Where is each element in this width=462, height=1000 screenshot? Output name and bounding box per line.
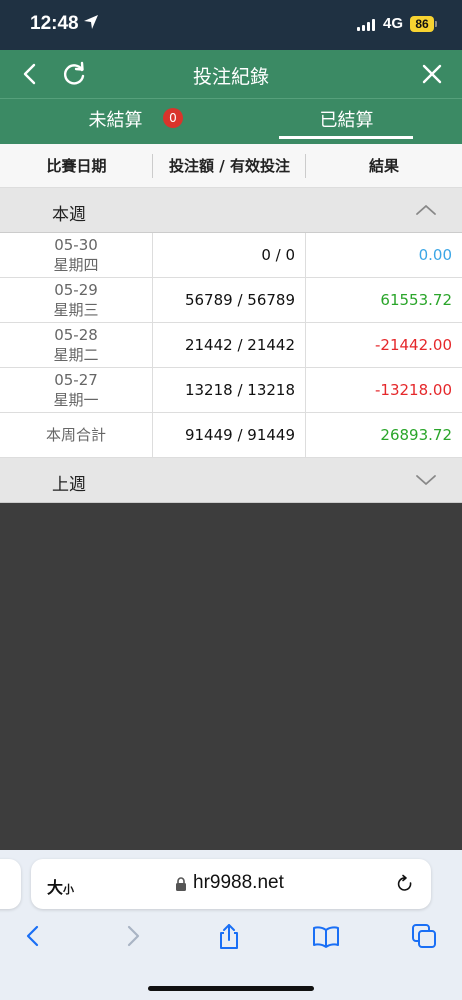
text-size-big: 大 — [47, 878, 64, 897]
section-label: 本週 — [52, 205, 86, 225]
section-this-week[interactable]: 本週 — [0, 188, 462, 233]
status-bar: 12:48 4G 86 — [0, 0, 462, 50]
row-weekday: 星期二 — [53, 346, 99, 364]
amount-cell: 0 / 0 — [153, 233, 306, 278]
amount-cell: 56789 / 56789 — [153, 278, 306, 323]
page-title: 投注紀錄 — [192, 66, 269, 88]
share-icon[interactable] — [215, 922, 243, 950]
reload-icon[interactable] — [395, 874, 415, 894]
total-row: 本周合計 91449 / 91449 26893.72 — [0, 413, 462, 458]
home-indicator — [148, 986, 314, 991]
result-cell: -21442.00 — [375, 336, 452, 354]
column-header-result: 結果 — [368, 157, 399, 175]
row-weekday: 星期三 — [53, 301, 99, 319]
column-header-amount: 投注額 / 有效投注 — [153, 144, 306, 187]
total-label: 本周合計 — [0, 413, 153, 458]
result-cell: 61553.72 — [380, 291, 452, 309]
total-result: 26893.72 — [380, 426, 452, 444]
row-weekday: 星期四 — [53, 256, 99, 274]
column-header-date: 比賽日期 — [0, 144, 153, 187]
forward-nav-icon[interactable] — [118, 922, 146, 950]
text-size-small: 小 — [63, 883, 75, 896]
table-row[interactable]: 05-29 星期三 56789 / 56789 61553.72 — [0, 278, 462, 323]
tab-settled-label: 已結算 — [319, 110, 374, 131]
battery-icon: 86 — [410, 16, 434, 32]
amount-cell: 13218 / 13218 — [153, 368, 306, 413]
address-bar[interactable]: 大小 hr9988.net — [31, 859, 431, 909]
row-date: 05-29 — [54, 281, 98, 299]
unsettled-count-badge: 0 — [163, 108, 183, 128]
back-nav-icon[interactable] — [20, 922, 48, 950]
row-date: 05-28 — [54, 326, 98, 344]
row-date: 05-30 — [54, 236, 98, 254]
records-table: 比賽日期 投注額 / 有效投注 結果 本週 05-30 星期四 0 / 0 0.… — [0, 144, 462, 503]
text-size-button[interactable]: 大小 — [47, 874, 74, 898]
status-time: 12:48 — [30, 13, 79, 34]
close-icon[interactable] — [416, 58, 448, 90]
tabs-icon[interactable] — [410, 922, 438, 950]
chevron-up-icon — [416, 205, 436, 215]
section-last-week[interactable]: 上週 — [0, 458, 462, 503]
tab-unsettled-label: 未結算 — [88, 110, 143, 131]
battery-nub — [435, 21, 437, 27]
browser-toolbar: 大小 hr9988.net — [0, 850, 462, 1000]
row-weekday: 星期一 — [53, 391, 99, 409]
tab-unsettled[interactable]: 未結算 — [0, 99, 231, 145]
active-tab-indicator — [279, 136, 413, 139]
result-cell: 0.00 — [418, 246, 452, 264]
row-date: 05-27 — [54, 371, 98, 389]
chevron-down-icon — [416, 475, 436, 485]
signal-icon — [357, 19, 377, 31]
table-header: 比賽日期 投注額 / 有效投注 結果 — [0, 144, 462, 188]
tab-bar: 未結算 0 已結算 — [0, 98, 462, 144]
url-text: hr9988.net — [193, 872, 284, 893]
date-cell: 05-29 星期三 — [0, 278, 153, 323]
network-type: 4G — [383, 15, 404, 32]
lock-icon — [176, 877, 186, 891]
section-label: 上週 — [52, 475, 86, 495]
bookmarks-icon[interactable] — [312, 922, 340, 950]
date-cell: 05-30 星期四 — [0, 233, 153, 278]
total-amount: 91449 / 91449 — [153, 413, 306, 458]
date-cell: 05-28 星期二 — [0, 323, 153, 368]
table-row[interactable]: 05-28 星期二 21442 / 21442 -21442.00 — [0, 323, 462, 368]
app-header: 投注紀錄 — [0, 50, 462, 98]
table-row[interactable]: 05-27 星期一 13218 / 13218 -13218.00 — [0, 368, 462, 413]
result-cell: -13218.00 — [375, 381, 452, 399]
location-arrow-icon — [84, 15, 98, 29]
date-cell: 05-27 星期一 — [0, 368, 153, 413]
table-row[interactable]: 05-30 星期四 0 / 0 0.00 — [0, 233, 462, 278]
previous-tab-preview[interactable] — [0, 859, 21, 909]
amount-cell: 21442 / 21442 — [153, 323, 306, 368]
